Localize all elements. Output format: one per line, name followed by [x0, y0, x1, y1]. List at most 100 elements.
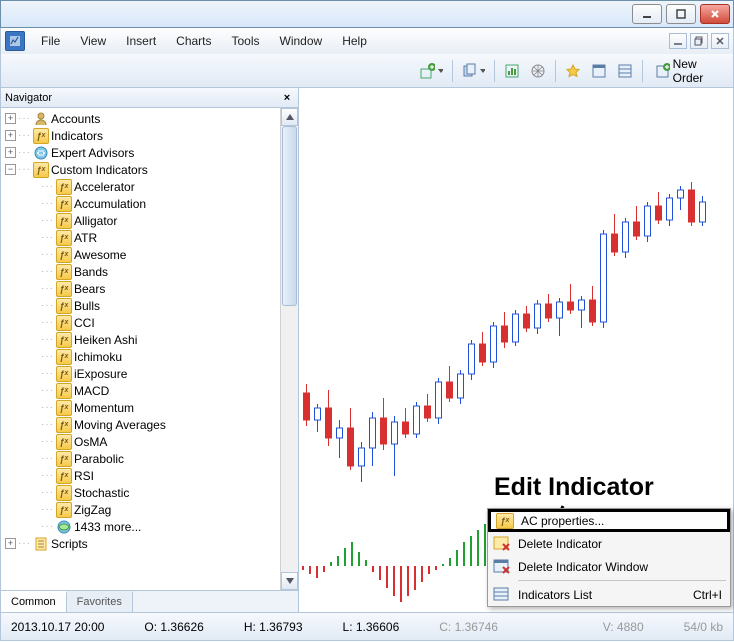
tree-item-stochastic[interactable]: ···ƒxStochastic: [1, 484, 280, 501]
menu-bar: File View Insert Charts Tools Window Hel…: [0, 28, 734, 54]
menu-insert[interactable]: Insert: [116, 30, 166, 52]
tree-toggle[interactable]: +: [5, 113, 16, 124]
tree-item-accelerator[interactable]: ···ƒxAccelerator: [1, 178, 280, 195]
menu-tools[interactable]: Tools: [222, 30, 270, 52]
tree-item-iexposure[interactable]: ···ƒxiExposure: [1, 365, 280, 382]
tree-item-scripts[interactable]: +···Scripts: [1, 535, 280, 552]
tree-label: Stochastic: [74, 486, 129, 500]
mdi-restore-button[interactable]: [690, 33, 708, 49]
new-order-button[interactable]: New Order: [648, 59, 733, 83]
tree-item-momentum[interactable]: ···ƒxMomentum: [1, 399, 280, 416]
data-window-button[interactable]: [613, 59, 637, 83]
context-menu-delete-window-label: Delete Indicator Window: [518, 560, 648, 574]
tree-label: Awesome: [74, 248, 126, 262]
delete-indicator-icon: [492, 535, 512, 553]
new-order-label: New Order: [673, 57, 726, 85]
menu-window[interactable]: Window: [270, 30, 333, 52]
window-close-button[interactable]: [700, 4, 730, 24]
navigator-tree: +···Accounts+···ƒxIndicators+···Expert A…: [1, 108, 298, 590]
navigator-button[interactable]: [526, 59, 550, 83]
tree-label: Accounts: [51, 112, 100, 126]
tree-item-expert-advisors[interactable]: +···Expert Advisors: [1, 144, 280, 161]
tree-item-macd[interactable]: ···ƒxMACD: [1, 382, 280, 399]
tree-item-accumulation[interactable]: ···ƒxAccumulation: [1, 195, 280, 212]
status-low: L: 1.36606: [343, 620, 400, 634]
tree-item-zigzag[interactable]: ···ƒxZigZag: [1, 501, 280, 518]
tree-item-rsi[interactable]: ···ƒxRSI: [1, 467, 280, 484]
navigator-tabs: Common Favorites: [1, 590, 298, 612]
context-menu-indicators-list-label: Indicators List: [518, 588, 592, 602]
tree-item-awesome[interactable]: ···ƒxAwesome: [1, 246, 280, 263]
terminal-button[interactable]: [561, 59, 585, 83]
toolbar: New Order: [0, 54, 734, 88]
window-maximize-button[interactable]: [666, 4, 696, 24]
status-open: O: 1.36626: [144, 620, 203, 634]
tree-item-atr[interactable]: ···ƒxATR: [1, 229, 280, 246]
menu-help[interactable]: Help: [332, 30, 377, 52]
navigator-scrollbar[interactable]: [280, 108, 298, 590]
tree-item-accounts[interactable]: +···Accounts: [1, 110, 280, 127]
profiles-button[interactable]: [458, 59, 489, 83]
tree-label: iExposure: [74, 367, 127, 381]
strategy-tester-button[interactable]: [587, 59, 611, 83]
tree-toggle[interactable]: −: [5, 164, 16, 175]
tree-label: ATR: [74, 231, 97, 245]
mdi-close-button[interactable]: [711, 33, 729, 49]
tree-item-more[interactable]: ···1433 more...: [1, 518, 280, 535]
menu-file[interactable]: File: [31, 30, 70, 52]
mdi-minimize-button[interactable]: [669, 33, 687, 49]
tree-toggle[interactable]: +: [5, 538, 16, 549]
tree-item-ichimoku[interactable]: ···ƒxIchimoku: [1, 348, 280, 365]
menu-charts[interactable]: Charts: [166, 30, 221, 52]
tree-label: Bears: [74, 282, 105, 296]
indicators-list-icon: [492, 586, 512, 604]
tree-item-heiken-ashi[interactable]: ···ƒxHeiken Ashi: [1, 331, 280, 348]
context-menu-delete-indicator[interactable]: Delete Indicator: [488, 532, 730, 555]
tree-item-alligator[interactable]: ···ƒxAlligator: [1, 212, 280, 229]
tree-item-custom-indicators[interactable]: −···ƒxCustom Indicators: [1, 161, 280, 178]
tree-item-indicators[interactable]: +···ƒxIndicators: [1, 127, 280, 144]
tree-label: Alligator: [74, 214, 117, 228]
title-bar: [0, 0, 734, 28]
tree-item-moving-averages[interactable]: ···ƒxMoving Averages: [1, 416, 280, 433]
tree-item-bands[interactable]: ···ƒxBands: [1, 263, 280, 280]
tree-label: ZigZag: [74, 503, 111, 517]
context-menu-properties[interactable]: ƒx AC properties...: [488, 509, 730, 532]
scroll-down-button[interactable]: [281, 572, 298, 590]
tree-toggle[interactable]: +: [5, 147, 16, 158]
new-chart-button[interactable]: [416, 59, 447, 83]
tree-label: Expert Advisors: [51, 146, 134, 160]
navigator-panel: Navigator × +···Accounts+···ƒxIndicators…: [1, 88, 299, 612]
status-kb: 54/0 kb: [684, 620, 723, 634]
scroll-up-button[interactable]: [281, 108, 298, 126]
menu-view[interactable]: View: [70, 30, 116, 52]
tree-item-cci[interactable]: ···ƒxCCI: [1, 314, 280, 331]
scroll-thumb[interactable]: [282, 126, 297, 306]
context-menu-delete-indicator-label: Delete Indicator: [518, 537, 602, 551]
tree-label: Moving Averages: [74, 418, 166, 432]
tree-item-osma[interactable]: ···ƒxOsMA: [1, 433, 280, 450]
window-minimize-button[interactable]: [632, 4, 662, 24]
navigator-header: Navigator ×: [1, 88, 298, 108]
tree-label: OsMA: [74, 435, 107, 449]
tab-common[interactable]: Common: [1, 591, 67, 612]
navigator-close-button[interactable]: ×: [280, 92, 294, 104]
tree-toggle[interactable]: +: [5, 130, 16, 141]
tree-item-bears[interactable]: ···ƒxBears: [1, 280, 280, 297]
status-close: C: 1.36746: [439, 620, 498, 634]
context-menu-shortcut: Ctrl+I: [693, 588, 722, 602]
context-menu-delete-window[interactable]: Delete Indicator Window: [488, 555, 730, 578]
tree-item-bulls[interactable]: ···ƒxBulls: [1, 297, 280, 314]
tree-item-parabolic[interactable]: ···ƒxParabolic: [1, 450, 280, 467]
tree-label: 1433 more...: [74, 520, 141, 534]
context-menu-indicators-list[interactable]: Indicators List Ctrl+I: [488, 583, 730, 606]
tree-label: Accelerator: [74, 180, 135, 194]
tree-label: Indicators: [51, 129, 103, 143]
tree-label: Accumulation: [74, 197, 146, 211]
market-watch-button[interactable]: [500, 59, 524, 83]
tree-label: Momentum: [74, 401, 134, 415]
context-menu: ƒx AC properties... Delete Indicator Del…: [487, 508, 731, 607]
tab-favorites[interactable]: Favorites: [67, 591, 133, 612]
tree-label: RSI: [74, 469, 94, 483]
tree-label: Parabolic: [74, 452, 124, 466]
